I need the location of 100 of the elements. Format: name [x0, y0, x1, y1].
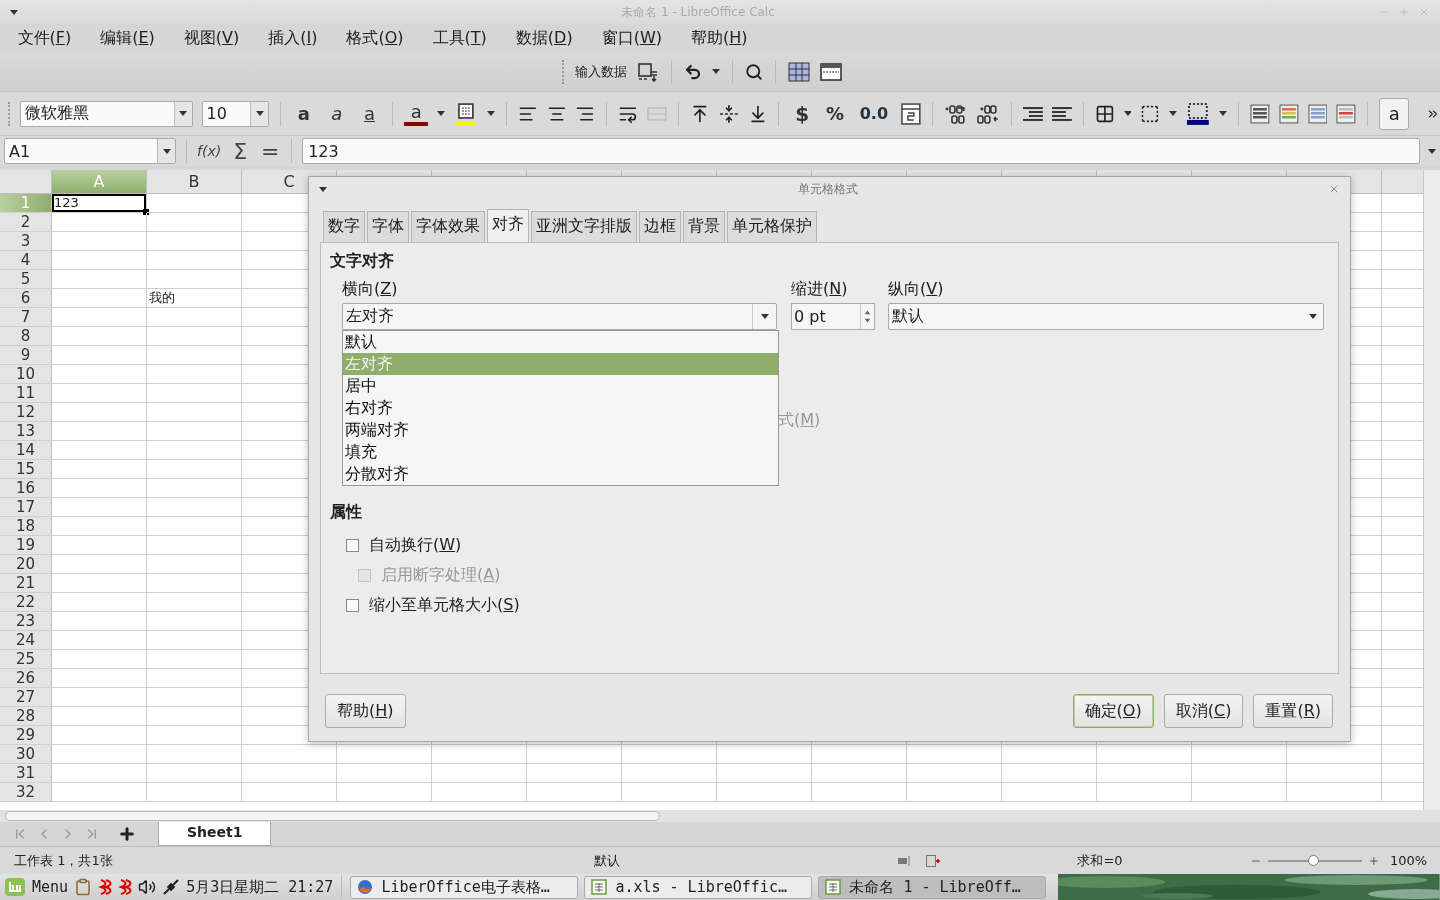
grid-cell[interactable] [1287, 745, 1382, 764]
grid-cell[interactable] [52, 555, 147, 574]
row-header[interactable]: 26 [0, 669, 52, 688]
menu-item[interactable]: 格式(O) [332, 25, 419, 51]
grid-cell[interactable] [147, 650, 242, 669]
zoom-in-icon[interactable] [1368, 854, 1380, 867]
caret-icon[interactable] [486, 111, 495, 116]
grid-cell[interactable] [812, 745, 907, 764]
header-row-icon[interactable] [820, 61, 842, 82]
dialog-menu-icon[interactable] [319, 186, 327, 192]
autofit-button[interactable]: a [1379, 97, 1410, 130]
grid-cell[interactable] [337, 783, 432, 802]
undo-caret-icon[interactable] [712, 69, 720, 74]
grid-cell[interactable] [147, 441, 242, 460]
font-size-field[interactable]: 10 [201, 100, 269, 127]
grid-cell[interactable] [812, 764, 907, 783]
grid-cell[interactable] [147, 783, 242, 802]
font-color-button[interactable]: a [404, 101, 429, 126]
row-header[interactable]: 27 [0, 688, 52, 707]
indent-spinbox[interactable]: 0 pt [791, 303, 875, 330]
grid-cell[interactable] [147, 194, 242, 213]
grid-cell[interactable] [147, 764, 242, 783]
grid-cell[interactable] [52, 650, 147, 669]
bold-button[interactable]: a [292, 101, 316, 126]
grid-cell[interactable] [147, 232, 242, 251]
grid-cell[interactable] [527, 745, 622, 764]
grid-cell[interactable] [622, 745, 717, 764]
row-header[interactable]: 11 [0, 384, 52, 403]
grid-cell[interactable] [1192, 783, 1287, 802]
grid-cell[interactable] [147, 726, 242, 745]
row-header[interactable]: 31 [0, 764, 52, 783]
input-method-icon[interactable] [98, 878, 113, 896]
row-header[interactable]: 28 [0, 707, 52, 726]
grid-cell[interactable] [147, 555, 242, 574]
dropdown-option[interactable]: 右对齐 [343, 397, 778, 419]
checkbox[interactable] [346, 598, 359, 612]
grid-cell[interactable] [812, 783, 907, 802]
maximize-icon[interactable] [1398, 6, 1410, 18]
task-button[interactable]: a.xls - LibreOffic… [584, 875, 813, 899]
caret-icon[interactable] [1219, 111, 1227, 116]
grid-cell[interactable] [1192, 764, 1287, 783]
grid-cell[interactable] [147, 631, 242, 650]
row-header[interactable]: 29 [0, 726, 52, 745]
grid-cell[interactable] [907, 783, 1002, 802]
borders-icon[interactable] [1094, 103, 1115, 124]
grid-cell[interactable] [52, 289, 147, 308]
dialog-button[interactable]: 确定(O) [1072, 694, 1154, 728]
row-header[interactable]: 4 [0, 251, 52, 270]
grid-cell[interactable] [432, 764, 527, 783]
dialog-tab[interactable]: 字体效果 [411, 211, 485, 242]
grid-cell[interactable] [147, 517, 242, 536]
row-header[interactable]: 14 [0, 441, 52, 460]
row-header[interactable]: 3 [0, 232, 52, 251]
font-name-field[interactable]: 微软雅黑 [20, 100, 193, 127]
expand-formula-icon[interactable] [1428, 148, 1436, 154]
task-button[interactable]: LiberOffice电子表格… [350, 875, 579, 899]
grid-cell[interactable] [52, 612, 147, 631]
grid-cell[interactable] [52, 213, 147, 232]
mint-logo-icon[interactable] [4, 877, 26, 897]
grid-cell[interactable] [52, 308, 147, 327]
grid-cell[interactable] [147, 460, 242, 479]
row-header[interactable]: 5 [0, 270, 52, 289]
row-header[interactable]: 32 [0, 783, 52, 802]
menu-item[interactable]: 文件(F) [3, 25, 86, 51]
menu-item[interactable]: 编辑(E) [85, 25, 170, 51]
grid-cell[interactable] [52, 365, 147, 384]
grid-cell[interactable] [717, 745, 812, 764]
row-header[interactable]: 15 [0, 460, 52, 479]
grid-cell[interactable] [622, 764, 717, 783]
form-icon[interactable] [637, 61, 659, 82]
decrease-indent-icon[interactable] [1051, 104, 1072, 123]
grid-cell[interactable] [52, 460, 147, 479]
dialog-tab[interactable]: 单元格保护 [727, 211, 817, 242]
grid-cell[interactable] [717, 783, 812, 802]
caret-icon[interactable] [1309, 314, 1317, 319]
grid-cell[interactable] [147, 745, 242, 764]
grid-cell[interactable] [147, 479, 242, 498]
menu-item[interactable]: 视图(V) [169, 25, 254, 51]
grid-cell[interactable] [52, 498, 147, 517]
grid-cell[interactable] [52, 232, 147, 251]
grid-cell[interactable] [147, 365, 242, 384]
grid-cell[interactable] [147, 688, 242, 707]
grid-cell[interactable] [52, 574, 147, 593]
grid-cell[interactable] [1192, 745, 1287, 764]
window-menu-icon[interactable] [10, 9, 18, 15]
grid-cell[interactable] [52, 270, 147, 289]
grid-cell[interactable] [52, 403, 147, 422]
horizontal-scrollbar[interactable] [5, 811, 660, 821]
border-style-icon[interactable] [1140, 103, 1161, 124]
grid-cell[interactable] [1002, 764, 1097, 783]
column-header[interactable]: B [147, 170, 242, 194]
grid-cell[interactable] [147, 327, 242, 346]
grid-cell[interactable] [147, 498, 242, 517]
input-method-icon[interactable] [118, 878, 133, 896]
heading-style-icon[interactable] [1249, 103, 1270, 124]
grid-cell[interactable] [907, 745, 1002, 764]
grid-cell[interactable] [52, 726, 147, 745]
menu-item[interactable]: 插入(I) [253, 25, 332, 51]
grid-cell[interactable] [147, 707, 242, 726]
dialog-tab[interactable]: 背景 [683, 211, 725, 242]
